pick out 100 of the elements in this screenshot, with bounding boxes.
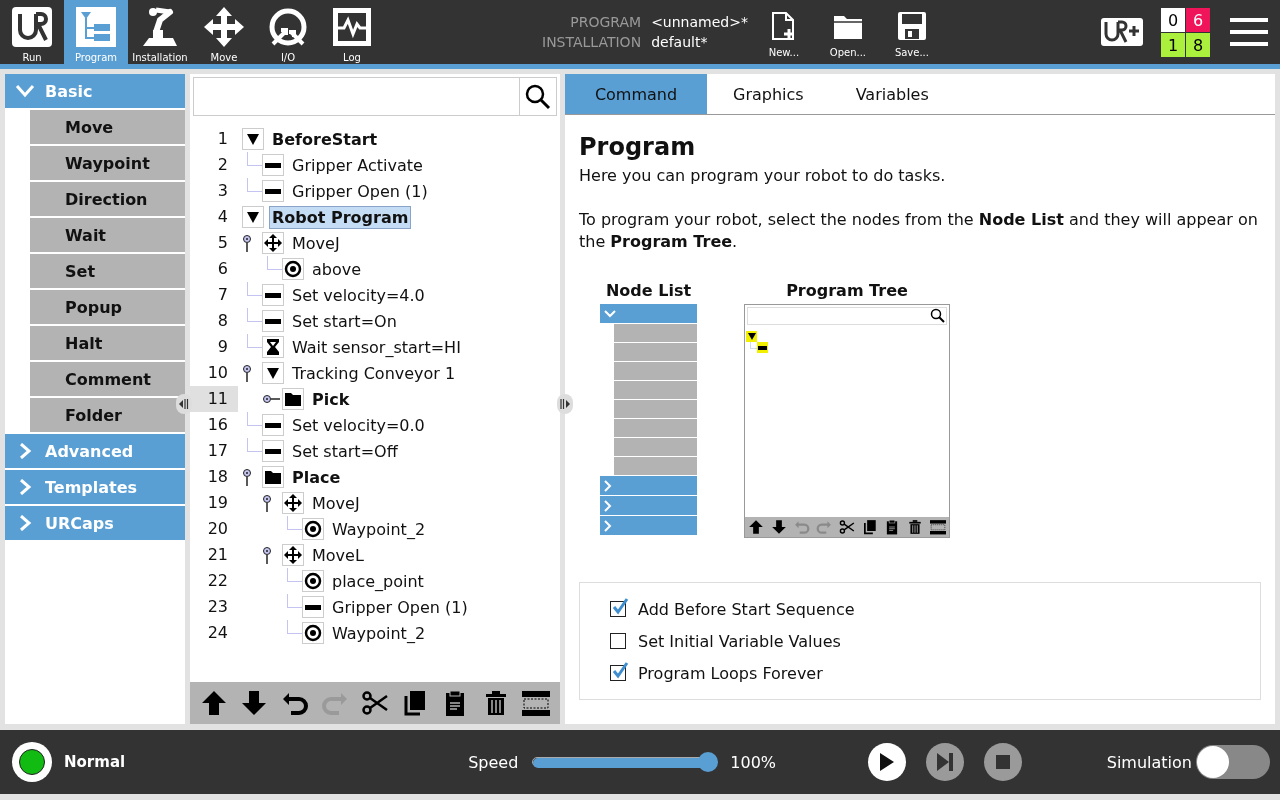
tree-node[interactable]: Pick bbox=[310, 388, 352, 410]
checkbox[interactable] bbox=[610, 601, 626, 617]
speed-reading: 100% bbox=[730, 752, 777, 772]
node-item[interactable]: Direction bbox=[30, 182, 185, 216]
status-indicator[interactable] bbox=[12, 742, 52, 782]
tree-node[interactable]: Set velocity=4.0 bbox=[290, 284, 427, 306]
waypoint-icon bbox=[302, 570, 324, 592]
tree-node[interactable]: Gripper Open (1) bbox=[290, 180, 430, 202]
line-number: 10 bbox=[206, 362, 229, 384]
tree-node[interactable]: above bbox=[310, 258, 364, 280]
slider-thumb[interactable] bbox=[698, 752, 719, 772]
tree-node[interactable]: Set start=On bbox=[290, 310, 399, 332]
waypoint-icon bbox=[302, 622, 324, 644]
cut-icon[interactable] bbox=[361, 689, 389, 717]
tree-connector-line bbox=[287, 620, 302, 634]
tree-node[interactable]: MoveJ bbox=[310, 492, 362, 514]
expanded-pin-icon[interactable] bbox=[262, 494, 272, 512]
hourglass-icon bbox=[262, 336, 284, 358]
suppress-icon[interactable] bbox=[521, 689, 550, 717]
nav-tab[interactable]: I/O bbox=[256, 0, 320, 64]
tree-node[interactable]: Waypoint_2 bbox=[330, 622, 428, 644]
tree-connector-line bbox=[247, 412, 262, 426]
chevron-icon bbox=[15, 84, 35, 98]
stop-icon bbox=[996, 755, 1011, 769]
collapsed-pin-icon[interactable] bbox=[262, 394, 280, 404]
page-heading: Program bbox=[579, 133, 697, 161]
info-value: default* bbox=[651, 33, 709, 52]
new-file-icon bbox=[770, 11, 797, 41]
file-button[interactable]: Save... bbox=[879, 0, 944, 64]
node-item[interactable]: Waypoint bbox=[30, 146, 185, 180]
expanded-pin-icon[interactable] bbox=[242, 468, 252, 486]
file-button[interactable]: Open... bbox=[815, 0, 880, 64]
status-label: Normal bbox=[64, 753, 126, 771]
panel-collapse-handle[interactable] bbox=[176, 394, 192, 414]
tree-node[interactable]: Place bbox=[290, 466, 343, 488]
tree-node[interactable]: Set start=Off bbox=[290, 440, 400, 462]
bar-icon bbox=[262, 284, 284, 306]
tree-node[interactable]: Wait sensor_start=HI bbox=[290, 336, 463, 358]
tree-node[interactable]: Gripper Activate bbox=[290, 154, 425, 176]
tree-connector-line bbox=[287, 594, 302, 608]
tree-node[interactable]: Tracking Conveyor 1 bbox=[290, 362, 458, 384]
file-button[interactable]: New... bbox=[751, 0, 816, 64]
panel-collapse-handle[interactable] bbox=[557, 394, 573, 414]
instruction-text: To program your robot, select the nodes from the Node List and they will appear on the Program Tree. bbox=[579, 209, 1259, 253]
tree-node[interactable]: Waypoint_2 bbox=[330, 518, 428, 540]
tree-node[interactable]: place_point bbox=[330, 570, 426, 592]
nav-tab[interactable]: Move bbox=[192, 0, 256, 64]
node-item[interactable]: Wait bbox=[30, 218, 185, 252]
tree-node[interactable]: MoveL bbox=[310, 544, 366, 566]
folder-icon bbox=[832, 13, 863, 41]
urcaps-plus-icon[interactable] bbox=[1101, 18, 1143, 46]
expanded-pin-icon[interactable] bbox=[242, 234, 252, 252]
play-button[interactable] bbox=[868, 743, 907, 781]
line-number: 8 bbox=[216, 310, 229, 332]
counter: 1 bbox=[1161, 33, 1185, 57]
node-item[interactable]: Folder bbox=[30, 398, 185, 432]
node-item[interactable]: Popup bbox=[30, 290, 185, 324]
tree-node[interactable]: MoveJ bbox=[290, 232, 342, 254]
info-label: INSTALLATION bbox=[542, 33, 642, 52]
move-down-icon[interactable] bbox=[240, 689, 269, 717]
tree-connector-line bbox=[287, 516, 302, 530]
line-number: 23 bbox=[206, 596, 229, 618]
menu-icon[interactable] bbox=[1230, 17, 1268, 47]
tree-node[interactable]: BeforeStart bbox=[270, 128, 380, 150]
bar-icon bbox=[262, 310, 284, 332]
tab[interactable]: Variables bbox=[829, 74, 955, 114]
tree-connector-line bbox=[247, 282, 262, 296]
node-item[interactable]: Halt bbox=[30, 326, 185, 360]
expanded-pin-icon[interactable] bbox=[242, 364, 252, 382]
line-number: 2 bbox=[216, 154, 229, 176]
node-item[interactable]: Comment bbox=[30, 362, 185, 396]
tab[interactable]: Command bbox=[565, 74, 707, 114]
line-number: 22 bbox=[206, 570, 229, 592]
node-item[interactable]: Set bbox=[30, 254, 185, 288]
diagram-title: Node List bbox=[605, 281, 692, 300]
move-arrows-icon bbox=[262, 232, 284, 254]
tab[interactable]: Graphics bbox=[707, 74, 830, 114]
tree-node[interactable]: Set velocity=0.0 bbox=[290, 414, 427, 436]
expanded-pin-icon[interactable] bbox=[262, 546, 272, 564]
checkbox[interactable] bbox=[610, 633, 626, 649]
tree-connector-line bbox=[287, 568, 302, 582]
checkbox[interactable] bbox=[610, 665, 626, 681]
logo-icon bbox=[11, 6, 53, 48]
tree-node[interactable]: Robot Program bbox=[270, 206, 411, 228]
tree-connector-line bbox=[247, 308, 262, 322]
search-field[interactable] bbox=[193, 77, 557, 116]
bar-icon bbox=[262, 440, 284, 462]
simulation-toggle[interactable] bbox=[1196, 745, 1270, 779]
node-item[interactable]: Move bbox=[30, 110, 185, 144]
info-value: <unnamed>* bbox=[651, 13, 748, 32]
nav-tab[interactable]: Run bbox=[0, 0, 64, 64]
graph-icon bbox=[331, 6, 373, 48]
nav-tab[interactable]: Installation bbox=[128, 0, 192, 64]
line-number: 6 bbox=[216, 258, 229, 280]
tree-connector-line bbox=[247, 438, 262, 452]
nav-tab[interactable]: Log bbox=[320, 0, 384, 64]
tree-node[interactable]: Gripper Open (1) bbox=[330, 596, 470, 618]
move-up-icon[interactable] bbox=[200, 689, 229, 717]
search-icon[interactable] bbox=[525, 83, 551, 110]
waypoint-icon bbox=[282, 258, 304, 280]
